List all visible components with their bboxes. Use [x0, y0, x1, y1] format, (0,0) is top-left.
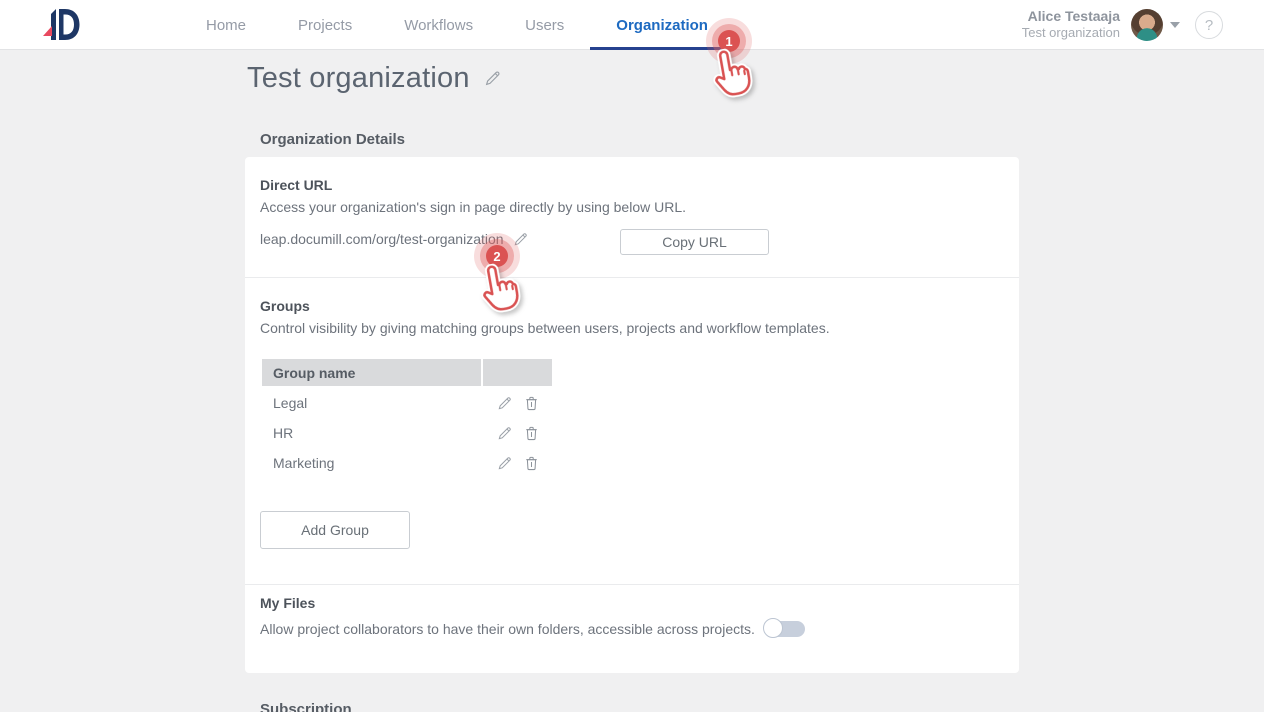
table-row: Legal: [262, 388, 797, 418]
chevron-down-icon[interactable]: [1170, 22, 1180, 28]
delete-group-trash-icon[interactable]: [524, 395, 539, 411]
toggle-knob: [763, 618, 783, 638]
page-title: Test organization: [247, 62, 470, 95]
add-group-button[interactable]: Add Group: [260, 511, 410, 549]
copy-url-button[interactable]: Copy URL: [620, 229, 769, 255]
column-header-actions: [483, 359, 552, 386]
nav-tab-users[interactable]: Users: [499, 0, 590, 50]
organization-settings-page: Home Projects Workflows Users Organizati…: [0, 0, 1264, 712]
nav-tab-home[interactable]: Home: [180, 0, 272, 50]
group-name-cell: HR: [262, 425, 483, 441]
delete-group-trash-icon[interactable]: [524, 425, 539, 441]
divider: [245, 277, 1019, 278]
edit-title-pencil-icon[interactable]: [484, 70, 501, 87]
table-row: Marketing: [262, 448, 797, 478]
documill-logo-icon[interactable]: [42, 7, 82, 43]
top-navigation-bar: Home Projects Workflows Users Organizati…: [0, 0, 1264, 50]
nav-tab-organization[interactable]: Organization: [590, 0, 734, 50]
user-info[interactable]: Alice Testaaja Test organization: [1022, 8, 1120, 40]
edit-group-pencil-icon[interactable]: [497, 426, 512, 441]
help-button[interactable]: ?: [1195, 11, 1223, 39]
edit-url-pencil-icon[interactable]: [513, 232, 528, 247]
edit-group-pencil-icon[interactable]: [497, 396, 512, 411]
section-label-subscription: Subscription: [260, 701, 352, 712]
avatar[interactable]: [1131, 9, 1163, 41]
question-mark-icon: ?: [1205, 17, 1213, 34]
groups-table-header: Group name: [262, 359, 797, 386]
group-name-cell: Marketing: [262, 455, 483, 471]
user-name: Alice Testaaja: [1022, 8, 1120, 25]
user-organization: Test organization: [1022, 25, 1120, 40]
pointer-hand-icon: [704, 44, 758, 101]
main-nav: Home Projects Workflows Users Organizati…: [180, 0, 734, 50]
direct-url-description: Access your organization's sign in page …: [260, 199, 686, 215]
nav-tab-workflows[interactable]: Workflows: [378, 0, 499, 50]
groups-table: Group name Legal: [262, 359, 797, 478]
groups-description: Control visibility by giving matching gr…: [260, 320, 830, 336]
divider: [245, 584, 1019, 585]
section-label-organization-details: Organization Details: [260, 131, 405, 148]
my-files-heading: My Files: [260, 595, 315, 611]
direct-url-value: leap.documill.com/org/test-organization: [260, 231, 504, 247]
groups-heading: Groups: [260, 298, 310, 314]
my-files-toggle[interactable]: [763, 618, 805, 640]
direct-url-heading: Direct URL: [260, 177, 332, 193]
my-files-description: Allow project collaborators to have thei…: [260, 621, 755, 637]
nav-tab-projects[interactable]: Projects: [272, 0, 378, 50]
column-header-group-name: Group name: [262, 359, 481, 386]
organization-details-card: Direct URL Access your organization's si…: [245, 157, 1019, 673]
table-row: HR: [262, 418, 797, 448]
edit-group-pencil-icon[interactable]: [497, 456, 512, 471]
delete-group-trash-icon[interactable]: [524, 455, 539, 471]
group-name-cell: Legal: [262, 395, 483, 411]
